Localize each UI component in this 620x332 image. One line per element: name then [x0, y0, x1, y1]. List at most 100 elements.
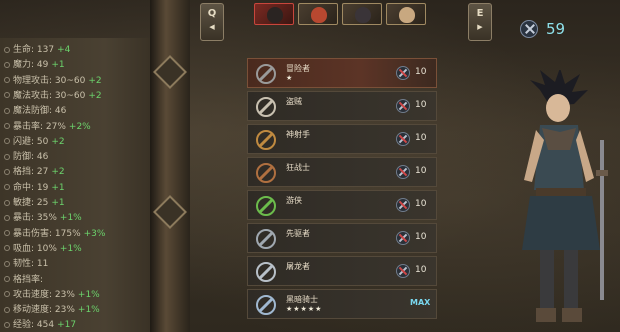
stat-label: 生命: 137 — [13, 45, 55, 55]
class-row[interactable]: 先驱者 10 — [247, 223, 437, 253]
stat-bonus: +2 — [51, 136, 65, 147]
class-name: 黑暗骑士 — [286, 295, 318, 304]
stat-bonus: +1% — [59, 243, 82, 254]
class-name: 盗贼 — [286, 97, 302, 106]
prev-page-button[interactable]: Q ◀ — [200, 3, 224, 41]
stat-label: 经验: 454 — [13, 320, 55, 331]
stat-row: 魔法防御: 46 — [4, 103, 69, 119]
party-portrait-4[interactable] — [386, 3, 426, 25]
stat-bullet-icon — [4, 291, 10, 298]
stat-bullet-icon — [4, 230, 10, 237]
stat-row: 吸血: 10% +1% — [4, 241, 82, 257]
class-row[interactable]: 黑暗骑士 ★★★★★ MAX — [247, 289, 437, 319]
party-portrait-3[interactable] — [342, 3, 382, 25]
stat-bullet-icon — [4, 61, 10, 68]
stat-row: 暴击: 35% +1% — [4, 210, 82, 226]
stat-bonus: +1% — [77, 289, 100, 300]
class-name: 狂战士 — [286, 163, 310, 172]
stat-bullet-icon — [4, 199, 10, 206]
stat-bonus: +2 — [88, 90, 102, 101]
class-point-icon — [396, 132, 410, 146]
stat-bullet-icon — [4, 46, 10, 53]
stat-row: 防御: 46 — [4, 149, 51, 165]
stat-bullet-icon — [4, 107, 10, 114]
next-page-button[interactable]: E ▶ — [468, 3, 492, 41]
stat-bullet-icon — [4, 321, 10, 328]
stat-bonus: +1% — [59, 213, 82, 224]
stat-bullet-icon — [4, 153, 10, 160]
stat-row: 闪避: 50 +2 — [4, 134, 65, 150]
stat-label: 魔力: 49 — [13, 60, 49, 71]
stat-label: 攻击速度: 23% — [13, 289, 75, 300]
stat-row: 经验: 454 +17 — [4, 317, 76, 332]
chain-icon — [256, 163, 276, 183]
class-row[interactable]: 盗贼 10 — [247, 91, 437, 121]
hero-portrait-icon — [399, 7, 415, 23]
stat-bullet-icon — [4, 276, 10, 282]
class-stars: ★★★★★ — [286, 305, 323, 313]
stat-bullet-icon — [4, 77, 10, 84]
stat-label: 韧性: 11 — [13, 259, 49, 270]
class-name: 先驱者 — [286, 229, 310, 238]
class-row[interactable]: 游侠 10 — [247, 190, 437, 220]
class-row[interactable]: 屠龙者 10 — [247, 256, 437, 286]
stat-row: 攻击速度: 23% +1% — [4, 287, 100, 303]
stat-bullet-icon — [4, 214, 10, 221]
class-row[interactable]: 狂战士 10 — [247, 157, 437, 187]
stat-label: 魔法防御: 46 — [13, 106, 67, 117]
class-point-icon — [396, 264, 410, 278]
stat-label: 吸血: 10% — [13, 243, 57, 254]
bow-icon — [256, 130, 276, 150]
stat-bonus: +3% — [83, 228, 106, 239]
stat-label: 物理攻击: 30~60 — [13, 75, 86, 86]
class-row[interactable]: 冒险者 ★ 10 — [247, 58, 437, 88]
stat-bonus: +4 — [57, 45, 71, 55]
crystal-icon — [256, 295, 276, 315]
class-max-label: MAX — [410, 298, 431, 307]
class-cost: 10 — [415, 199, 427, 209]
stat-row: 韧性: 11 — [4, 256, 51, 272]
hero-portrait-icon — [311, 7, 327, 23]
stat-bullet-icon — [4, 123, 10, 129]
hero-portrait-icon — [355, 7, 371, 23]
class-name: 游侠 — [286, 196, 302, 205]
class-point-icon — [396, 165, 410, 179]
stat-bonus: +1 — [51, 182, 65, 193]
party-portrait-2[interactable] — [298, 3, 338, 25]
stat-bullet-icon — [4, 138, 10, 145]
stat-row: 生命: 137 +4 — [4, 42, 70, 58]
class-point-icon — [396, 66, 410, 80]
left-arrow-icon: ◀ — [209, 23, 215, 31]
stat-label: 魔法攻击: 30~60 — [13, 90, 86, 101]
class-stars: ★ — [286, 74, 294, 82]
sword-icon — [256, 262, 276, 282]
class-cost: 10 — [415, 100, 427, 110]
party-portrait-1[interactable] — [254, 3, 294, 25]
class-name: 神射手 — [286, 130, 310, 139]
stat-row: 格挡: 27 +2 — [4, 164, 65, 180]
class-point-icon — [520, 20, 538, 38]
class-cost: 10 — [415, 166, 427, 176]
stat-label: 闪避: 50 — [13, 136, 49, 147]
class-name: 冒险者 — [286, 64, 310, 73]
class-cost: 10 — [415, 67, 427, 77]
stat-label: 格挡: 27 — [13, 167, 49, 178]
stat-bullet-icon — [4, 168, 10, 175]
class-point-icon — [396, 99, 410, 113]
stat-row: 魔法攻击: 30~60 +2 — [4, 88, 102, 104]
stat-row: 暴击率: 27% +2% — [4, 119, 91, 135]
stat-bullet-icon — [4, 260, 10, 267]
hero-character-art — [522, 70, 608, 322]
stat-row: 格挡率: — [4, 272, 46, 288]
stat-bonus: +2 — [88, 75, 102, 86]
spear-icon — [256, 229, 276, 249]
stat-label: 暴击: 35% — [13, 213, 57, 224]
prev-key-label: Q — [207, 8, 217, 19]
stat-bonus: +2% — [68, 121, 91, 132]
class-cost: 10 — [415, 265, 427, 275]
stat-bonus: +17 — [57, 320, 77, 331]
class-row[interactable]: 神射手 10 — [247, 124, 437, 154]
stat-bullet-icon — [4, 306, 10, 313]
stat-label: 格挡率: — [13, 274, 44, 285]
stat-bonus: +1 — [51, 60, 65, 71]
